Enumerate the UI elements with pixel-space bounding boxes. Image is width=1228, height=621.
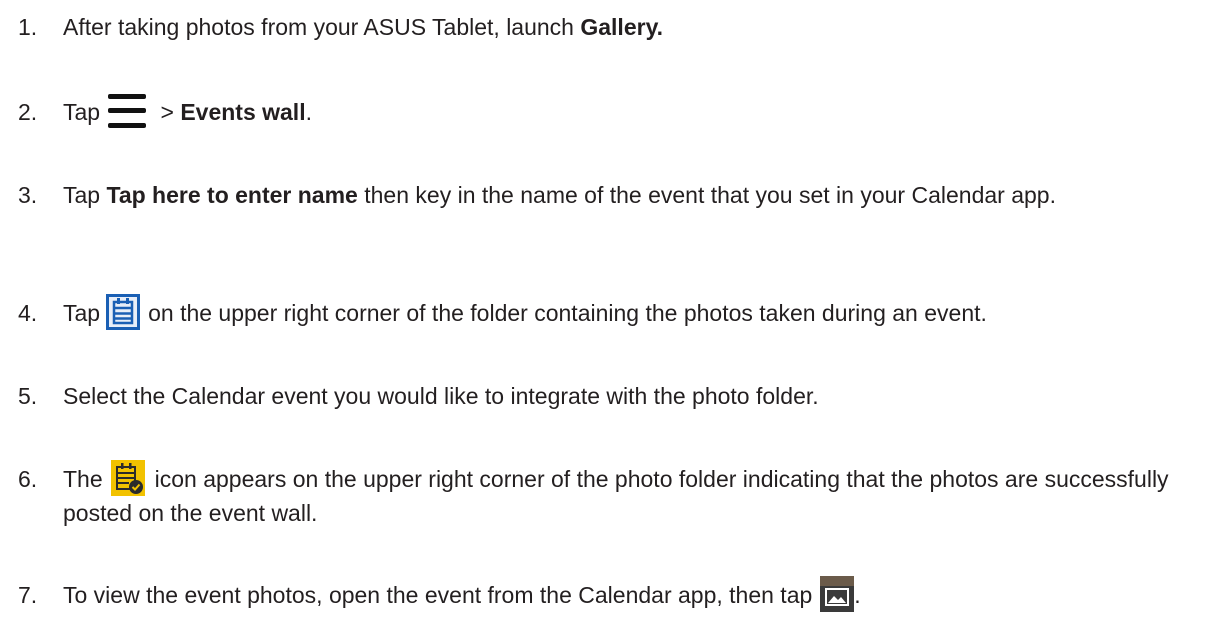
- step-text: Tap Tap here to enter name then key in t…: [63, 182, 1056, 208]
- step-number: 4.: [18, 300, 38, 326]
- step-text: Tap > Events wall.: [63, 92, 1198, 130]
- event-check-icon: [110, 459, 145, 496]
- step-number: 5.: [18, 383, 38, 409]
- gallery-label: Gallery.: [580, 14, 664, 40]
- step-number: 3.: [18, 182, 38, 208]
- step-text: To view the event photos, open the event…: [63, 575, 1198, 612]
- menu-icon: [108, 92, 147, 130]
- step-text: Tap on the upper right corner of the fold…: [63, 293, 1198, 330]
- calendar-icon: [106, 293, 141, 330]
- step-number: 7.: [18, 582, 38, 608]
- step-number: 1.: [18, 14, 38, 40]
- instruction-steps: 1. After taking photos from your ASUS Ta…: [0, 0, 1228, 616]
- step-number: 2.: [18, 99, 38, 125]
- step-text: Select the Calendar event you would like…: [63, 383, 819, 409]
- enter-name-label: Tap here to enter name: [106, 182, 358, 208]
- events-wall-label: Events wall: [180, 99, 306, 125]
- step-text: The icon appears on the upper right corne…: [63, 459, 1198, 530]
- step-number: 6.: [18, 466, 38, 492]
- step-text: After taking photos from your ASUS Table…: [63, 14, 664, 40]
- photo-icon: [820, 575, 855, 612]
